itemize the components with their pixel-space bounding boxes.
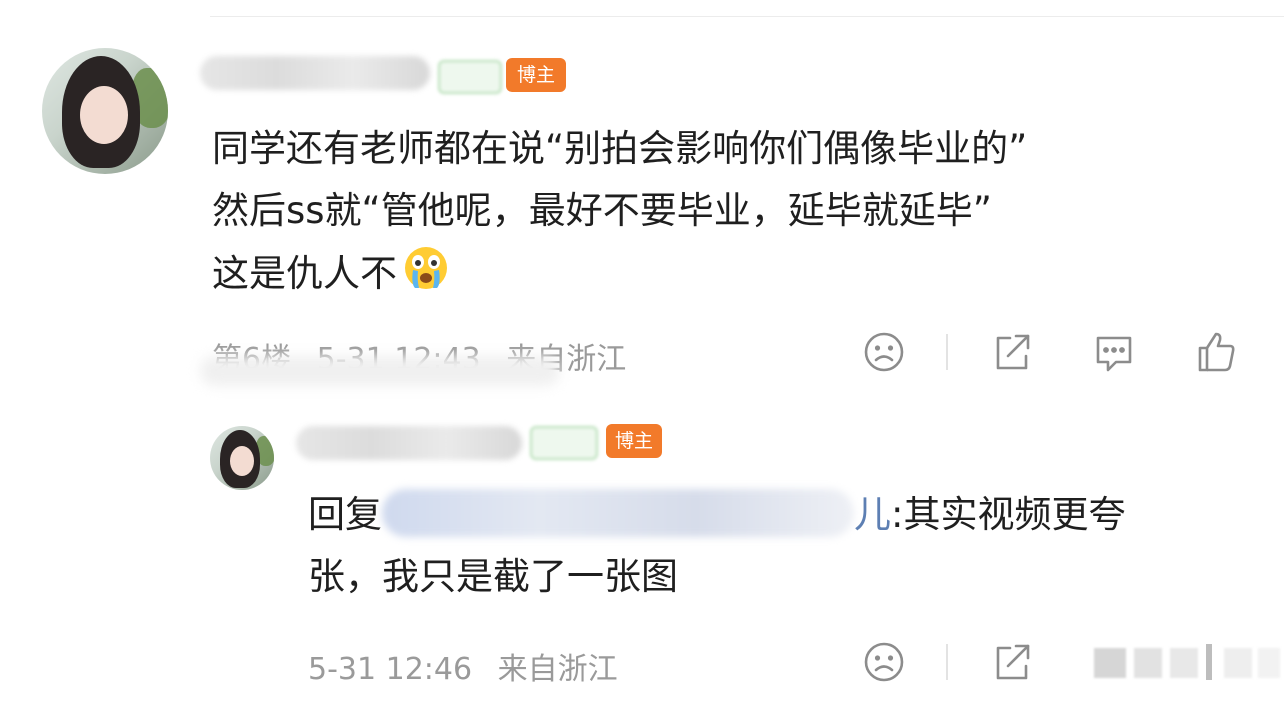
smudge bbox=[200, 356, 560, 386]
reply-prefix: 回复 bbox=[308, 493, 382, 536]
reply-line-1: 回复 儿:其实视频更夸 bbox=[308, 484, 1125, 546]
comment-line-3: 这是仇人不 bbox=[212, 242, 1027, 305]
frown-face-icon[interactable] bbox=[862, 330, 906, 374]
comment-line-1: 同学还有老师都在说“别拍会影响你们偶像毕业的” bbox=[212, 127, 1028, 170]
icon-separator bbox=[946, 644, 948, 680]
reply-location: 来自浙江 bbox=[497, 652, 618, 687]
comment-text: 同学还有老师都在说“别拍会影响你们偶像毕业的” 然后ss就“管他呢，最好不要毕业… bbox=[212, 118, 1027, 305]
watermark-blocks bbox=[1094, 644, 1284, 684]
member-badge bbox=[530, 426, 598, 460]
member-badge bbox=[438, 60, 502, 94]
blogger-badge: 博主 bbox=[506, 58, 566, 92]
thumbs-up-icon[interactable] bbox=[1194, 330, 1238, 374]
reply-text: 回复 儿:其实视频更夸 张，我只是截了一张图 bbox=[308, 484, 1125, 608]
comment-icon[interactable] bbox=[1092, 330, 1136, 374]
crying-face-icon bbox=[405, 247, 447, 289]
frown-face-icon[interactable] bbox=[862, 640, 906, 684]
comment-line-2: 然后ss就“管他呢，最好不要毕业，延毕就延毕” bbox=[212, 189, 992, 232]
share-icon[interactable] bbox=[990, 640, 1034, 684]
blogger-badge: 博主 bbox=[606, 424, 662, 458]
top-divider bbox=[210, 16, 1284, 17]
reply-text-part1: :其实视频更夸 bbox=[891, 493, 1126, 536]
icon-separator bbox=[946, 334, 948, 370]
reply-time: 5-31 12:46 bbox=[308, 652, 473, 687]
replier-avatar[interactable] bbox=[210, 426, 274, 490]
reply-line-2: 张，我只是截了一张图 bbox=[308, 555, 678, 598]
mention-tail[interactable]: 儿 bbox=[854, 493, 891, 536]
comment-line-3-text: 这是仇人不 bbox=[212, 252, 397, 295]
replier-name-blurred[interactable] bbox=[296, 426, 522, 460]
share-icon[interactable] bbox=[990, 330, 1034, 374]
commenter-avatar[interactable] bbox=[42, 48, 168, 174]
reply-meta: 5-31 12:46 来自浙江 bbox=[308, 644, 634, 688]
mention-link-blurred[interactable] bbox=[382, 489, 854, 537]
commenter-name-blurred[interactable] bbox=[200, 56, 430, 90]
